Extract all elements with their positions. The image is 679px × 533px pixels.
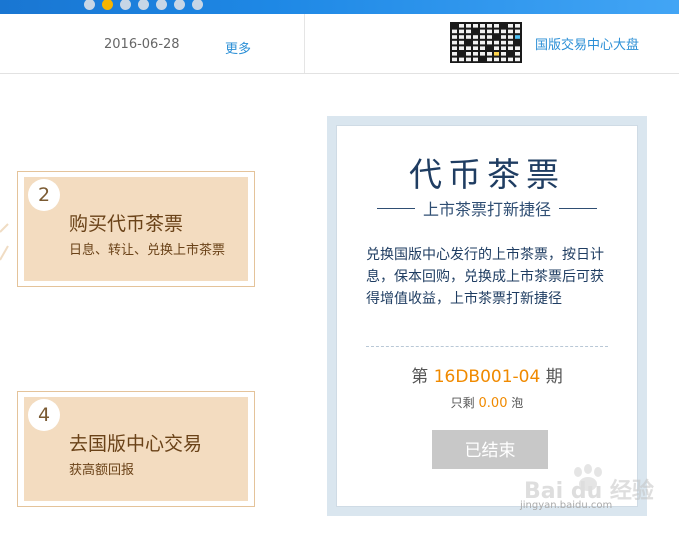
news-header-row: 2016-06-28 更多 国版交易中心大盘 <box>0 14 679 74</box>
step-card-body: 2 购买代币茶票 日息、转让、兑换上市茶票 <box>24 177 248 281</box>
remain-unit: 泡 <box>511 396 524 410</box>
step-subtitle: 获高额回报 <box>69 463 135 478</box>
header-divider <box>304 14 305 73</box>
period-code: 16DB001-04 <box>433 367 541 387</box>
card-subtitle-row: 上市茶票打新捷径 <box>367 198 607 219</box>
remaining-amount: 只剩 0.00 泡 <box>337 394 637 411</box>
step-title: 去国版中心交易 <box>69 433 203 455</box>
carousel-dots <box>84 0 203 10</box>
carousel-dot[interactable] <box>156 0 167 10</box>
market-board-link[interactable]: 国版交易中心大盘 <box>535 34 639 53</box>
watermark-url: jingyan.baidu.com <box>520 500 613 511</box>
tea-ticket-card: 代币茶票 上市茶票打新捷径 兑换国版中心发行的上市茶票，按日计息，保本回购，兑换… <box>327 116 647 516</box>
step-card-trade[interactable]: 4 去国版中心交易 获高额回报 <box>17 391 255 507</box>
subtitle-rule <box>376 207 415 209</box>
market-board-icon[interactable] <box>450 22 522 63</box>
subtitle-rule <box>559 207 597 209</box>
step-subtitle: 日息、转让、兑换上市茶票 <box>69 243 226 258</box>
carousel-dot[interactable] <box>192 0 203 10</box>
period-suffix: 期 <box>545 367 563 387</box>
more-link[interactable]: 更多 <box>225 38 251 57</box>
carousel-dot[interactable] <box>84 0 95 10</box>
remain-value: 0.00 <box>478 396 508 411</box>
step-card-body: 4 去国版中心交易 获高额回报 <box>24 397 248 501</box>
carousel-dot[interactable] <box>138 0 149 10</box>
carousel-dot[interactable] <box>174 0 185 10</box>
news-date: 2016-06-28 <box>104 37 180 52</box>
step-number: 4 <box>28 399 60 431</box>
card-title: 代币茶票 <box>409 155 565 194</box>
baidu-watermark-logo: Bai du 经验 <box>524 464 654 504</box>
carousel-dot-active[interactable] <box>102 0 113 10</box>
left-decoration <box>0 223 9 261</box>
step-card-buy[interactable]: 2 购买代币茶票 日息、转让、兑换上市茶票 <box>17 171 255 287</box>
dashed-divider <box>366 346 608 347</box>
step-title: 购买代币茶票 <box>69 213 184 235</box>
card-subtitle: 上市茶票打新捷径 <box>422 200 551 219</box>
carousel-dot[interactable] <box>120 0 131 10</box>
step-number: 2 <box>28 179 60 211</box>
period-prefix: 第 <box>411 367 429 387</box>
tea-ticket-card-body: 代币茶票 上市茶票打新捷径 兑换国版中心发行的上市茶票，按日计息，保本回购，兑换… <box>336 125 638 507</box>
top-banner <box>0 0 679 14</box>
remain-prefix: 只剩 <box>450 396 475 410</box>
card-description: 兑换国版中心发行的上市茶票，按日计息，保本回购，兑换成上市茶票后可获得增值收益，… <box>366 247 604 307</box>
issue-period: 第 16DB001-04 期 <box>337 362 637 387</box>
